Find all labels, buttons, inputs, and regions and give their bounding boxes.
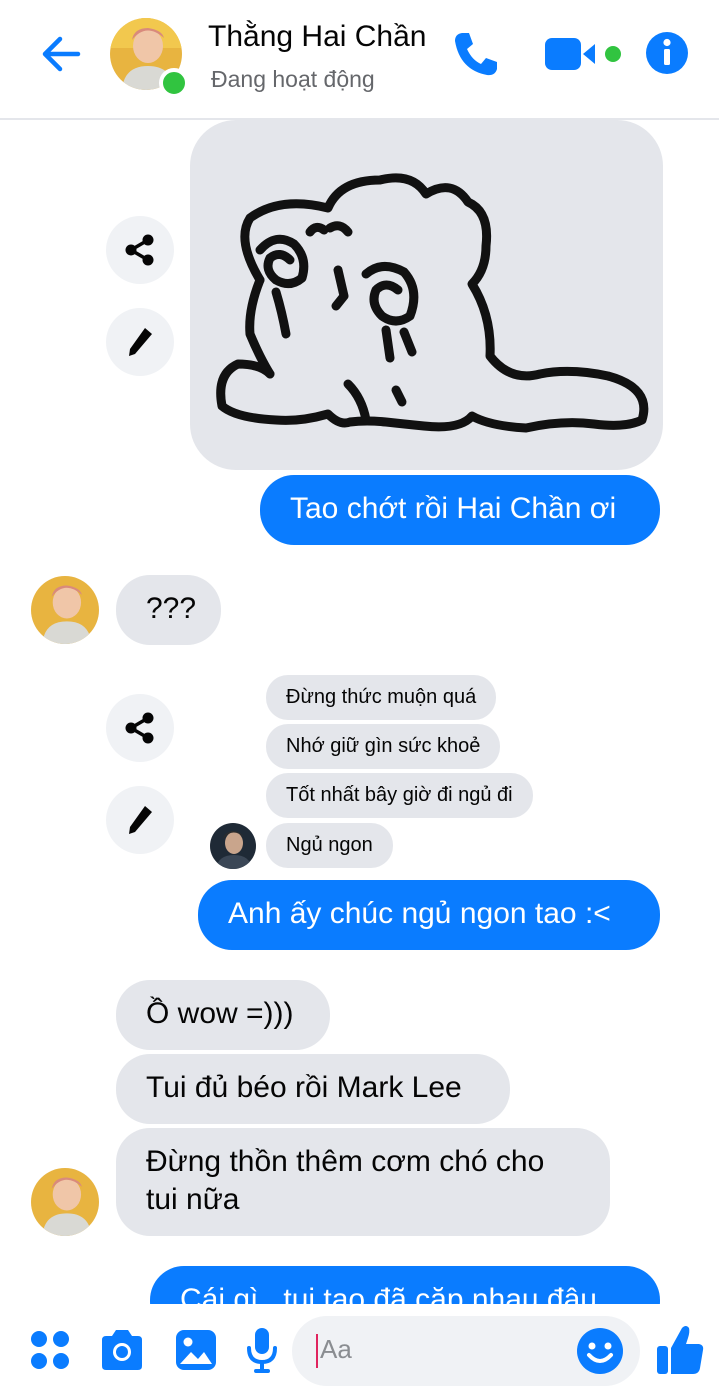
camera-icon <box>102 1330 142 1370</box>
chat-header: Thằng Hai Chần Đang hoạt động <box>0 0 719 120</box>
back-button[interactable] <box>38 30 86 78</box>
shared-message[interactable]: Nhớ giữ gìn sức khoẻ <box>266 724 501 769</box>
like-button[interactable] <box>655 1322 705 1376</box>
phone-icon <box>455 33 497 76</box>
edit-pencil-icon <box>129 328 152 356</box>
emoji-icon <box>577 1328 623 1374</box>
online-status-dot <box>159 68 189 98</box>
contact-name[interactable]: Thằng Hai Chần <box>208 20 426 54</box>
share-button[interactable] <box>106 216 174 284</box>
outgoing-message[interactable]: Tao chớt rồi Hai Chần ơi <box>260 475 660 545</box>
emoji-button[interactable] <box>576 1327 624 1375</box>
text-caret <box>316 1334 318 1368</box>
back-arrow-icon <box>42 36 81 72</box>
voice-button[interactable] <box>245 1326 279 1376</box>
shared-message[interactable]: Ngủ ngon <box>266 823 393 868</box>
gallery-button[interactable] <box>174 1328 218 1372</box>
message-placeholder: Aa <box>320 1334 352 1364</box>
apps-button[interactable] <box>30 1330 70 1370</box>
outgoing-message[interactable]: Anh ấy chúc ngủ ngon tao :< <box>198 880 660 950</box>
incoming-message[interactable]: Ồ wow =))) <box>116 980 330 1050</box>
shared-sender-avatar <box>210 823 256 869</box>
edit-button[interactable] <box>106 308 174 376</box>
like-thumb-icon <box>657 1326 704 1374</box>
call-button[interactable] <box>450 28 502 80</box>
incoming-message[interactable]: Đừng thồn thêm cơm chó cho tui nữa <box>116 1128 610 1236</box>
edit-pencil-icon <box>129 806 152 834</box>
gallery-icon <box>176 1330 216 1370</box>
video-call-button[interactable] <box>545 34 625 74</box>
incoming-message[interactable]: Tui đủ béo rồi Mark Lee <box>116 1054 510 1124</box>
contact-avatar-small[interactable] <box>31 576 99 644</box>
edit-button-2[interactable] <box>106 786 174 854</box>
camera-button[interactable] <box>98 1328 146 1372</box>
share-icon <box>125 712 154 744</box>
microphone-icon <box>247 1328 277 1373</box>
info-icon <box>646 32 688 74</box>
sticker-message[interactable] <box>190 120 663 470</box>
shared-message[interactable]: Tốt nhất bây giờ đi ngủ đi <box>266 773 533 818</box>
contact-avatar-small[interactable] <box>31 1168 99 1236</box>
video-call-icon <box>545 38 621 70</box>
incoming-message[interactable]: ??? <box>116 575 221 645</box>
share-button-2[interactable] <box>106 694 174 762</box>
apps-grid-icon <box>31 1331 69 1369</box>
shared-message[interactable]: Đừng thức muộn quá <box>266 675 497 720</box>
share-icon <box>125 234 154 266</box>
active-status: Đang hoạt động <box>211 66 375 92</box>
sad-seal-sticker <box>216 173 649 433</box>
info-button[interactable] <box>645 31 689 75</box>
